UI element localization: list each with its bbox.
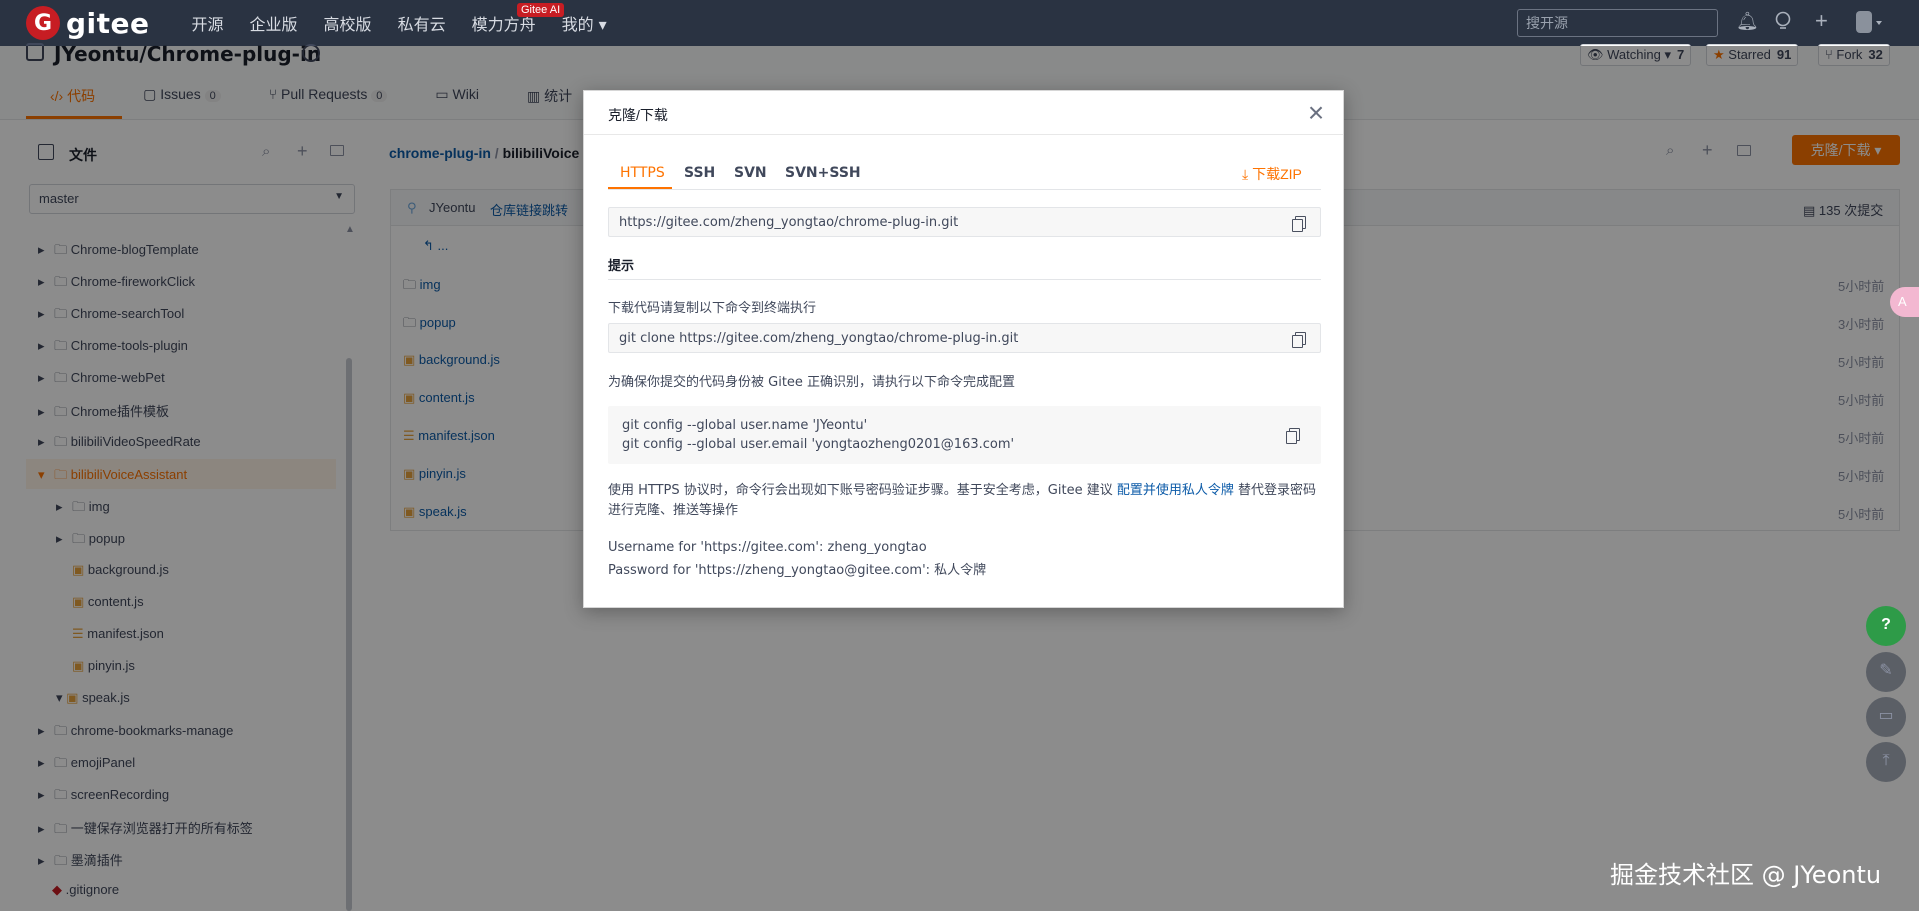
gitee-logo-text: gitee <box>66 6 150 40</box>
modal-divider <box>584 134 1343 135</box>
download-zip-label: 下载ZIP <box>1252 166 1302 182</box>
search-input[interactable]: 搜开源 <box>1517 9 1718 37</box>
nav-link-education[interactable]: 高校版 <box>324 11 372 35</box>
clone-command-field[interactable]: git clone https://gitee.com/zheng_yongta… <box>608 323 1321 353</box>
https-url-field[interactable]: https://gitee.com/zheng_yongtao/chrome-p… <box>608 207 1321 237</box>
nav-link-private-cloud[interactable]: 私有云 <box>398 11 446 35</box>
close-icon[interactable]: × <box>1303 99 1329 127</box>
gitee-ai-badge: Gitee AI <box>517 3 565 17</box>
tab-svn-ssh[interactable]: SVN+SSH <box>785 165 861 181</box>
nav-link-enterprise[interactable]: 企业版 <box>250 11 298 35</box>
back-to-top-icon[interactable]: ⤒ <box>1866 742 1906 782</box>
download-zip-button[interactable]: ⤓ 下载ZIP <box>1242 164 1302 184</box>
hint-description: 下载代码请复制以下命令到终端执行 <box>608 301 817 316</box>
clone-command-value: git clone https://gitee.com/zheng_yongta… <box>619 331 1019 346</box>
https-note-text: 使用 HTTPS 协议时，命令行会出现如下账号密码验证步骤。基于安全考虑，Git… <box>608 483 1117 498</box>
bell-icon[interactable]: 🔔︎ <box>1736 11 1759 32</box>
password-line: Password for 'https://zheng_yongtao@gite… <box>608 563 987 578</box>
config-command-2: git config --global user.email 'yongtaoz… <box>622 437 1015 452</box>
watermark: 掘金技术社区 @ JYeontu <box>1610 861 1882 889</box>
edit-icon[interactable]: ✎ <box>1866 652 1906 692</box>
private-token-link[interactable]: 配置并使用私人令牌 <box>1117 483 1234 498</box>
nav-links: 开源 企业版 高校版 私有云 模力方舟 我的 ▾ <box>192 11 633 35</box>
plus-icon[interactable]: + <box>1815 8 1828 34</box>
download-icon: ⤓ <box>1242 166 1249 182</box>
top-navbar: G gitee 开源 企业版 高校版 私有云 模力方舟 我的 ▾ Gitee A… <box>0 0 1919 46</box>
translate-icon[interactable]: A <box>1890 287 1919 317</box>
clone-download-modal: 克隆/下载 × HTTPS SSH SVN SVN+SSH ⤓ 下载ZIP ht… <box>583 90 1344 608</box>
lightbulb-icon[interactable] <box>1774 11 1792 36</box>
hint-divider <box>608 279 1321 280</box>
username-line: Username for 'https://gitee.com': zheng_… <box>608 540 927 555</box>
copy-icon[interactable] <box>1286 428 1300 444</box>
gitee-logo-icon: G <box>26 6 60 40</box>
config-command-1: git config --global user.name 'JYeontu' <box>622 418 868 433</box>
gitee-logo[interactable]: G gitee <box>26 6 150 40</box>
tab-svn[interactable]: SVN <box>734 165 767 181</box>
message-icon[interactable]: ▭ <box>1866 697 1906 737</box>
config-description: 为确保你提交的代码身份被 Gitee 正确识别，请执行以下命令完成配置 <box>608 375 1016 390</box>
tab-https[interactable]: HTTPS <box>620 165 665 181</box>
https-url-value: https://gitee.com/zheng_yongtao/chrome-p… <box>619 215 959 230</box>
copy-icon[interactable] <box>1292 216 1306 232</box>
config-command-field[interactable]: git config --global user.name 'JYeontu' … <box>608 406 1321 464</box>
tab-divider <box>608 189 1321 190</box>
copy-icon[interactable] <box>1292 332 1306 348</box>
tab-ssh[interactable]: SSH <box>684 165 715 181</box>
nav-link-mine[interactable]: 我的 ▾ <box>562 11 607 35</box>
help-icon[interactable]: ? <box>1866 606 1906 646</box>
modal-title: 克隆/下载 <box>608 107 668 123</box>
https-note: 使用 HTTPS 协议时，命令行会出现如下账号密码验证步骤。基于安全考虑，Git… <box>608 481 1321 521</box>
nav-link-opensource[interactable]: 开源 <box>192 11 224 35</box>
avatar[interactable] <box>1855 10 1883 39</box>
hint-title: 提示 <box>608 258 635 273</box>
